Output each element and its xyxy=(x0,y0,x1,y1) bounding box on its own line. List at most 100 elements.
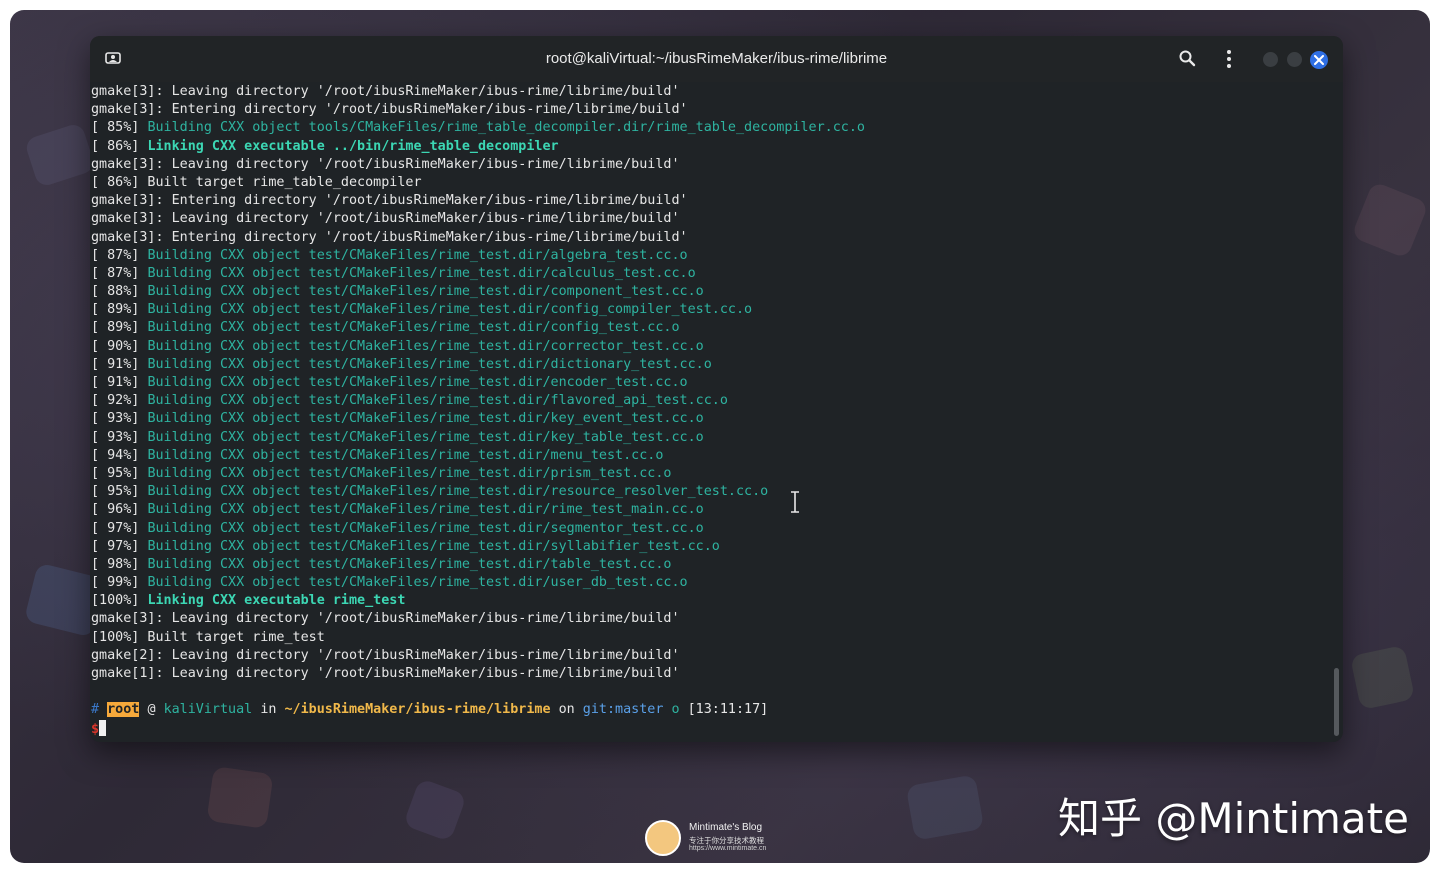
terminal-line: [ 95%] Building CXX object test/CMakeFil… xyxy=(91,465,1327,483)
terminal-line: gmake[3]: Entering directory '/root/ibus… xyxy=(91,101,1327,119)
build-step-text: Building CXX object test/CMakeFiles/rime… xyxy=(147,320,680,336)
progress-percent: [ 89%] xyxy=(91,320,148,336)
terminal-line-text: gmake[3]: Leaving directory '/root/ibusR… xyxy=(91,211,680,227)
build-step-text: Building CXX object test/CMakeFiles/rime… xyxy=(147,411,704,427)
zhihu-watermark: 知乎 @Mintimate xyxy=(1058,794,1409,843)
build-step-text: Building CXX object test/CMakeFiles/rime… xyxy=(147,520,704,536)
terminal-line: [ 94%] Building CXX object test/CMakeFil… xyxy=(91,447,1327,465)
terminal-line-text: gmake[3]: Leaving directory '/root/ibusR… xyxy=(91,611,680,627)
progress-percent: [ 95%] xyxy=(91,465,148,481)
terminal-line: gmake[2]: Leaving directory '/root/ibusR… xyxy=(91,647,1327,665)
command-input-line[interactable]: $ xyxy=(91,719,1327,738)
terminal-line: [ 87%] Building CXX object test/CMakeFil… xyxy=(91,247,1327,265)
terminal-line: gmake[3]: Leaving directory '/root/ibusR… xyxy=(91,210,1327,228)
build-step-text: Building CXX object test/CMakeFiles/rime… xyxy=(147,556,672,572)
prompt-time: [13:11:17] xyxy=(687,702,769,718)
terminal-line: [ 90%] Building CXX object test/CMakeFil… xyxy=(91,338,1327,356)
kebab-menu-icon[interactable] xyxy=(1220,49,1238,69)
window-title: root@kaliVirtual:~/ibusRimeMaker/ibus-ri… xyxy=(545,50,888,67)
progress-percent: [ 87%] xyxy=(91,265,148,281)
terminal-line-text: gmake[3]: Entering directory '/root/ibus… xyxy=(91,193,688,209)
progress-percent: [ 97%] xyxy=(91,520,148,536)
build-step-text: Building CXX object test/CMakeFiles/rime… xyxy=(147,575,688,591)
search-icon[interactable] xyxy=(1178,49,1196,67)
prompt-git-branch: git:master xyxy=(582,702,664,718)
text-cursor-icon xyxy=(791,491,799,513)
terminal-line: [ 98%] Building CXX object test/CMakeFil… xyxy=(91,556,1327,574)
terminal-line: [ 92%] Building CXX object test/CMakeFil… xyxy=(91,392,1327,410)
terminal-line: [100%] Built target rime_test xyxy=(91,629,1327,647)
build-step-text: Building CXX object tools/CMakeFiles/rim… xyxy=(147,120,865,136)
wallpaper-decoration xyxy=(905,774,985,841)
terminal-line-text: gmake[3]: Entering directory '/root/ibus… xyxy=(91,102,688,118)
build-step-text: Building CXX object test/CMakeFiles/rime… xyxy=(147,375,688,390)
progress-percent: [ 92%] xyxy=(91,393,148,409)
build-step-text: Building CXX object test/CMakeFiles/rime… xyxy=(147,484,769,500)
terminal-line: [ 91%] Building CXX object test/CMakeFil… xyxy=(91,374,1327,392)
prompt-in: in xyxy=(260,702,277,718)
progress-percent: [ 88%] xyxy=(91,284,148,300)
terminal-line: [ 93%] Building CXX object test/CMakeFil… xyxy=(91,429,1327,447)
progress-percent: [ 99%] xyxy=(91,575,148,591)
terminal-line-text: gmake[3]: Entering directory '/root/ibus… xyxy=(91,229,688,245)
terminal-line: gmake[3]: Entering directory '/root/ibus… xyxy=(91,229,1327,247)
terminal-line: [ 97%] Building CXX object test/CMakeFil… xyxy=(91,538,1327,556)
build-step-text: Building CXX object test/CMakeFiles/rime… xyxy=(147,429,704,445)
terminal-line-text: gmake[3]: Leaving directory '/root/ibusR… xyxy=(91,156,680,172)
terminal-line: gmake[3]: Entering directory '/root/ibus… xyxy=(91,192,1327,210)
link-step-text: Linking CXX executable rime_test xyxy=(147,593,406,609)
build-step-text: Building CXX object test/CMakeFiles/rime… xyxy=(147,356,712,372)
terminal-line: [ 89%] Building CXX object test/CMakeFil… xyxy=(91,301,1327,319)
terminal-line: [ 99%] Building CXX object test/CMakeFil… xyxy=(91,574,1327,592)
close-button[interactable] xyxy=(1310,51,1328,69)
wallpaper-decoration xyxy=(1349,644,1416,711)
prompt-at: @ xyxy=(147,702,156,718)
link-step-text: Linking CXX executable ../bin/rime_table… xyxy=(147,138,559,154)
progress-percent: [100%] xyxy=(91,593,148,609)
terminal-output[interactable]: gmake[3]: Leaving directory '/root/ibusR… xyxy=(91,83,1327,739)
build-step-text: Building CXX object test/CMakeFiles/rime… xyxy=(147,502,704,518)
scrollbar[interactable] xyxy=(1334,668,1339,736)
progress-percent: [ 89%] xyxy=(91,302,148,318)
progress-percent: [ 91%] xyxy=(91,356,148,372)
title-bar[interactable]: root@kaliVirtual:~/ibusRimeMaker/ibus-ri… xyxy=(90,36,1343,82)
terminal-line: [ 96%] Building CXX object test/CMakeFil… xyxy=(91,501,1327,519)
terminal-cursor[interactable] xyxy=(99,719,107,736)
minimize-button[interactable] xyxy=(1263,52,1278,67)
build-step-text: Building CXX object test/CMakeFiles/rime… xyxy=(147,265,696,281)
progress-percent: [ 94%] xyxy=(91,447,148,463)
terminal-line: [ 86%] Built target rime_table_decompile… xyxy=(91,174,1327,192)
progress-percent: [ 95%] xyxy=(91,484,148,500)
terminal-line: [ 88%] Building CXX object test/CMakeFil… xyxy=(91,283,1327,301)
terminal-line: [ 95%] Building CXX object test/CMakeFil… xyxy=(91,483,1327,501)
build-step-text: Building CXX object test/CMakeFiles/rime… xyxy=(147,447,664,463)
terminal-line: [ 89%] Building CXX object test/CMakeFil… xyxy=(91,319,1327,337)
blog-badge: Mintimate's Blog 专注于你分享技术教程 https://www.… xyxy=(645,820,805,860)
prompt-dollar: $ xyxy=(91,721,100,737)
blog-logo-icon xyxy=(645,820,681,856)
terminal-line-text: gmake[3]: Leaving directory '/root/ibusR… xyxy=(91,84,680,99)
terminal-line: [ 97%] Building CXX object test/CMakeFil… xyxy=(91,520,1327,538)
terminal-line: gmake[1]: Leaving directory '/root/ibusR… xyxy=(91,665,1327,683)
build-step-text: Building CXX object test/CMakeFiles/rime… xyxy=(147,393,728,409)
build-step-text: Building CXX object test/CMakeFiles/rime… xyxy=(147,302,753,318)
terminal-line: gmake[3]: Leaving directory '/root/ibusR… xyxy=(91,610,1327,628)
terminal-line: [ 93%] Building CXX object test/CMakeFil… xyxy=(91,410,1327,428)
prompt-path: ~/ibusRimeMaker/ibus-rime/librime xyxy=(284,702,551,718)
build-step-text: Building CXX object test/CMakeFiles/rime… xyxy=(147,538,720,554)
terminal-line: gmake[3]: Leaving directory '/root/ibusR… xyxy=(91,83,1327,101)
terminal-line: gmake[3]: Leaving directory '/root/ibusR… xyxy=(91,156,1327,174)
progress-percent: [ 96%] xyxy=(91,502,148,518)
terminal-line: [ 85%] Building CXX object tools/CMakeFi… xyxy=(91,119,1327,137)
maximize-button[interactable] xyxy=(1287,52,1302,67)
progress-percent: [ 97%] xyxy=(91,538,148,554)
progress-percent: [ 91%] xyxy=(91,375,148,390)
progress-percent: [ 93%] xyxy=(91,411,148,427)
progress-percent: [ 86%] xyxy=(91,138,148,154)
wallpaper-decoration xyxy=(206,766,274,829)
terminal-window[interactable]: root@kaliVirtual:~/ibusRimeMaker/ibus-ri… xyxy=(90,36,1343,742)
build-step-text: Building CXX object test/CMakeFiles/rime… xyxy=(147,465,672,481)
wallpaper-decoration xyxy=(1350,180,1430,260)
build-step-text: Building CXX object test/CMakeFiles/rime… xyxy=(147,247,688,263)
